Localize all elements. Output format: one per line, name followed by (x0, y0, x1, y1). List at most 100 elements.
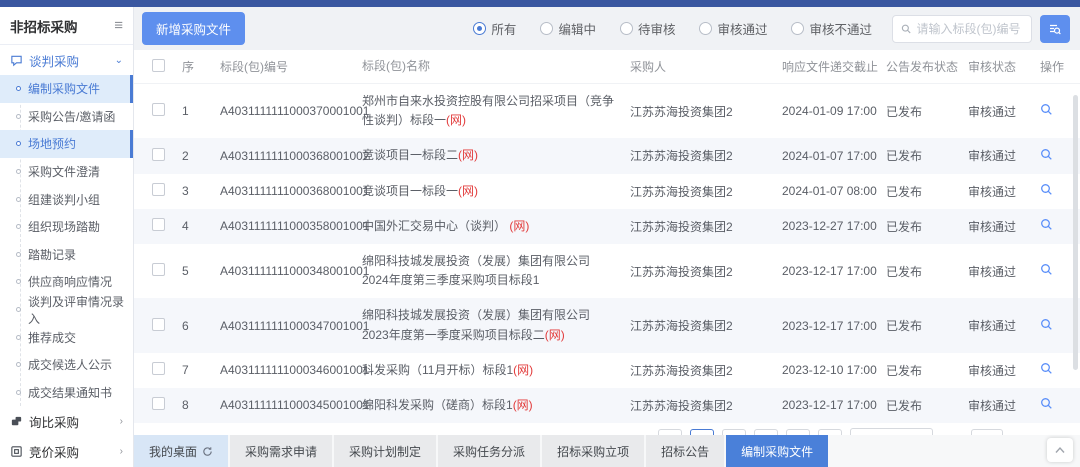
sidebar-item-label: 踏勘记录 (28, 246, 76, 263)
column-header-deadline: 响应文件递交截止 (782, 58, 886, 75)
next-page-button[interactable]: › (818, 429, 842, 435)
bullet-icon (16, 169, 21, 174)
filter-radio-editing[interactable]: 编辑中 (540, 19, 596, 38)
cell-code: A4031111111000368001001 (220, 184, 362, 198)
row-checkbox[interactable] (152, 397, 165, 410)
sidebar-item-chengjiao-jieguo-tongzhishu[interactable]: 成交结果通知书 (0, 379, 133, 407)
cell-code: A4031111111000348001001 (220, 264, 362, 278)
view-detail-button[interactable] (1040, 318, 1053, 331)
table-header-row: 序 标段(包)编号 标段(包)名称 采购人 响应文件递交截止 公告发布状态 审核… (134, 50, 1080, 84)
sidebar-item-bianzhi-caigou-wenjian[interactable]: 编制采购文件 (0, 75, 133, 103)
tab-procurement-plan[interactable]: 采购计划制定 (334, 435, 436, 467)
radio-icon (699, 22, 712, 35)
page-button-2[interactable]: 2 (722, 429, 746, 435)
cell-buyer: 江苏苏海投资集团2 (630, 263, 782, 280)
filter-radio-rejected[interactable]: 审核不通过 (791, 19, 872, 38)
online-tag: (网) (513, 363, 533, 377)
sidebar-item-caigou-gonggao[interactable]: 采购公告/邀请函 (0, 103, 133, 131)
page-button-1[interactable]: 1 (690, 429, 714, 435)
row-checkbox[interactable] (152, 218, 165, 231)
select-all-checkbox[interactable] (152, 59, 165, 72)
row-checkbox[interactable] (152, 318, 165, 331)
tab-compile-procurement-file[interactable]: 编制采购文件 (726, 435, 828, 467)
cell-audit-status: 审核通过 (968, 397, 1040, 414)
cell-audit-status: 审核通过 (968, 263, 1040, 280)
sidebar-section-bidding[interactable]: 竞价采购 › (0, 436, 133, 466)
sidebar-item-zujian-tanpan-xiaozu[interactable]: 组建谈判小组 (0, 185, 133, 213)
filter-radio-approved[interactable]: 审核通过 (699, 19, 767, 38)
sidebar-title: 非招标采购 (10, 16, 78, 36)
view-detail-button[interactable] (1040, 183, 1053, 196)
sidebar-item-tanpan-pingshen-luru[interactable]: 谈判及评审情况录入 (0, 296, 133, 324)
sidebar-item-caigou-wenjian-chengqing[interactable]: 采购文件澄清 (0, 158, 133, 186)
tab-tender-project[interactable]: 招标采购立项 (542, 435, 644, 467)
view-detail-button[interactable] (1040, 148, 1053, 161)
search-input[interactable] (916, 22, 1023, 36)
magnifier-icon (1040, 183, 1053, 196)
sidebar-submenu: 编制采购文件 采购公告/邀请函 场地预约 采购文件澄清 组建谈判小组 组织现场踏… (0, 75, 133, 406)
cell-buyer: 江苏苏海投资集团2 (630, 183, 782, 200)
sidebar-item-chengjiao-houxuanren-gongshi[interactable]: 成交候选人公示 (0, 351, 133, 379)
table-row: 7 A4031111111000346001001 科发采购（11月开标）标段1… (134, 353, 1080, 388)
cell-seq: 1 (182, 104, 220, 118)
tab-task-assign[interactable]: 采购任务分派 (438, 435, 540, 467)
cell-audit-status: 审核通过 (968, 103, 1040, 120)
cell-seq: 4 (182, 219, 220, 233)
magnifier-icon (1040, 397, 1053, 410)
tab-my-desktop[interactable]: 我的桌面 (134, 435, 228, 467)
sidebar-item-zuzhi-xianchang-takan[interactable]: 组织现场踏勘 (0, 213, 133, 241)
cell-publish-status: 已发布 (886, 218, 968, 235)
view-detail-button[interactable] (1040, 362, 1053, 375)
filter-radio-all[interactable]: 所有 (473, 19, 516, 38)
cell-name: 绵阳科技城发展投资（发展）集团有限公司2023年度第一季度采购项目标段二(网) (362, 306, 630, 344)
view-detail-button[interactable] (1040, 263, 1053, 276)
cell-code: A4031111111000370001001 (220, 104, 362, 118)
new-procurement-file-button[interactable]: 新增采购文件 (142, 12, 245, 45)
scroll-top-button[interactable] (1047, 438, 1073, 462)
bullet-icon (16, 335, 21, 340)
sidebar-item-takan-jilu[interactable]: 踏勘记录 (0, 241, 133, 269)
page-size-value: 10 (859, 434, 872, 435)
tab-tender-announcement[interactable]: 招标公告 (646, 435, 724, 467)
vertical-scrollbar[interactable] (1073, 95, 1078, 370)
collapse-menu-icon[interactable]: ≡ (114, 18, 123, 33)
radio-label: 审核通过 (717, 19, 767, 38)
page-button-4[interactable]: 4 (786, 429, 810, 435)
sidebar-section-inquiry[interactable]: 询比采购 › (0, 406, 133, 436)
sidebar-section-label: 询比采购 (29, 412, 79, 431)
magnifier-icon (1040, 318, 1053, 331)
row-checkbox[interactable] (152, 103, 165, 116)
cell-deadline: 2023-12-27 17:00 (782, 219, 886, 233)
row-checkbox[interactable] (152, 263, 165, 276)
sidebar-item-tuijian-chengjiao[interactable]: 推荐成交 (0, 323, 133, 351)
page-button-3[interactable]: 3 (754, 429, 778, 435)
view-detail-button[interactable] (1040, 218, 1053, 231)
prev-page-button[interactable]: ‹ (658, 429, 682, 435)
tab-label: 采购需求申请 (245, 443, 317, 460)
main-content: 新增采购文件 所有 编辑中 待审核 审核通过 审核不通过 (134, 7, 1080, 467)
tab-label: 编制采购文件 (741, 443, 813, 460)
sidebar-item-label: 谈判及评审情况录入 (28, 293, 133, 327)
cell-deadline: 2023-12-17 17:00 (782, 264, 886, 278)
view-detail-button[interactable] (1040, 397, 1053, 410)
page-size-select[interactable]: 10 条/页 ⌄ (850, 428, 932, 435)
row-checkbox[interactable] (152, 362, 165, 375)
tab-label: 招标公告 (661, 443, 709, 460)
tab-label: 采购计划制定 (349, 443, 421, 460)
tab-procurement-request[interactable]: 采购需求申请 (230, 435, 332, 467)
row-checkbox[interactable] (152, 183, 165, 196)
sidebar-item-label: 供应商响应情况 (28, 273, 112, 290)
jump-page-input[interactable] (971, 429, 1003, 435)
bullet-icon (16, 141, 21, 146)
sidebar-section-label: 谈判采购 (29, 51, 79, 70)
chat-bubble-icon (10, 54, 23, 67)
sidebar-section-negotiation[interactable]: 谈判采购 ⌄ (0, 45, 133, 75)
filter-radio-pending[interactable]: 待审核 (620, 19, 676, 38)
row-checkbox[interactable] (152, 148, 165, 161)
tab-label: 招标采购立项 (557, 443, 629, 460)
view-detail-button[interactable] (1040, 103, 1053, 116)
sidebar-item-changdi-yuyue[interactable]: 场地预约 (0, 130, 133, 158)
bullet-icon (16, 362, 21, 367)
cell-buyer: 江苏苏海投资集团2 (630, 362, 782, 379)
advanced-search-button[interactable] (1040, 15, 1070, 43)
